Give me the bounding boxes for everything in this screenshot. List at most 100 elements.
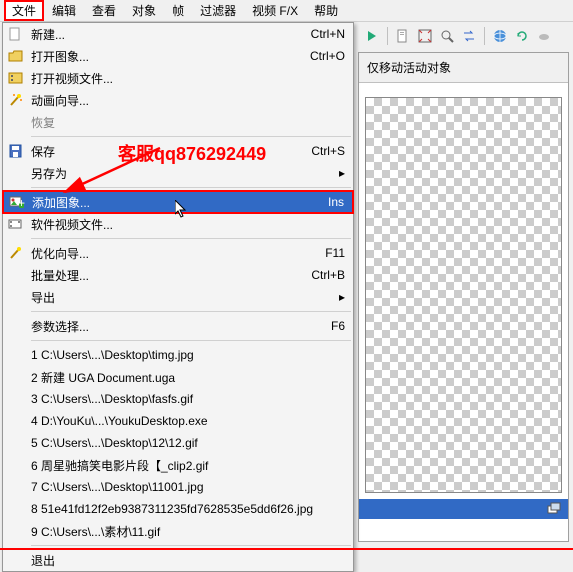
menu-item-1CUsersDesktoptimgjp[interactable]: 1 C:\Users\...\Desktop\timg.jpg: [3, 344, 353, 366]
new-icon: [7, 26, 25, 42]
blank-icon: [7, 369, 25, 385]
menu-item-label: 软件视频文件...: [31, 216, 345, 233]
zoom-icon[interactable]: [437, 26, 457, 46]
menu-视频 F/X[interactable]: 视频 F/X: [244, 0, 306, 21]
menu-item-label: 9 C:\Users\...\素材\11.gif: [31, 523, 345, 540]
blank-icon: [7, 267, 25, 283]
menu-item-打开视频文件[interactable]: 打开视频文件...: [3, 67, 353, 89]
blank-icon: [7, 552, 25, 568]
menu-查看[interactable]: 查看: [84, 0, 124, 21]
menu-item-添加图象[interactable]: + 添加图象...Ins: [2, 190, 354, 214]
menu-item-3CUsersDesktopfasfsg[interactable]: 3 C:\Users\...\Desktop\fasfs.gif: [3, 388, 353, 410]
menu-编辑[interactable]: 编辑: [44, 0, 84, 21]
wizard-icon: [7, 92, 25, 108]
globe-icon[interactable]: [490, 26, 510, 46]
submenu-arrow-icon: ▸: [319, 290, 345, 304]
submenu-arrow-icon: ▸: [319, 166, 345, 180]
menu-item-label: 打开视频文件...: [31, 70, 345, 87]
menu-帮助[interactable]: 帮助: [306, 0, 346, 21]
menu-item-label: 参数选择...: [31, 318, 311, 335]
video-open-icon: [7, 70, 25, 86]
swap-icon[interactable]: [459, 26, 479, 46]
menu-帧[interactable]: 帧: [164, 0, 192, 21]
menu-item-label: 3 C:\Users\...\Desktop\fasfs.gif: [31, 392, 345, 406]
right-panel-header: 仅移动活动对象: [359, 53, 568, 83]
menu-item-label: 另存为: [31, 165, 319, 182]
menu-item-4DYouKuYoukuDesktope[interactable]: 4 D:\YouKu\...\YoukuDesktop.exe: [3, 410, 353, 432]
menu-item-5CUsersDesktop1212gi[interactable]: 5 C:\Users\...\Desktop\12\12.gif: [3, 432, 353, 454]
blank-icon: [7, 479, 25, 495]
menu-shortcut: F6: [311, 319, 345, 333]
menu-item-9CUsers素材11gif[interactable]: 9 C:\Users\...\素材\11.gif: [3, 520, 353, 542]
blank-icon: [7, 318, 25, 334]
menu-item-另存为[interactable]: 另存为▸: [3, 162, 353, 184]
menu-item-新建[interactable]: 新建...Ctrl+N: [3, 23, 353, 45]
blank-icon: [7, 413, 25, 429]
blank-icon: [7, 289, 25, 305]
menu-item-优化向导[interactable]: 优化向导...F11: [3, 242, 353, 264]
menu-item-851e41fd12f2eb938731[interactable]: 8 51e41fd12f2eb9387311235fd7628535e5dd6f…: [3, 498, 353, 520]
save-icon: [7, 143, 25, 159]
blank-icon: [7, 457, 25, 473]
menu-item-导出[interactable]: 导出▸: [3, 286, 353, 308]
menu-item-label: 批量处理...: [31, 267, 291, 284]
file-menu-dropdown: 新建...Ctrl+N打开图象...Ctrl+O打开视频文件...动画向导...…: [2, 22, 354, 572]
menu-item-label: 打开图象...: [31, 48, 290, 65]
menu-item-label: 4 D:\YouKu\...\YoukuDesktop.exe: [31, 414, 345, 428]
blank-icon: [7, 391, 25, 407]
menu-item-label: 保存: [31, 143, 291, 160]
menu-shortcut: Ins: [308, 195, 344, 209]
blank-icon: [7, 165, 25, 181]
menu-item-7CUsersDesktop11001j[interactable]: 7 C:\Users\...\Desktop\11001.jpg: [3, 476, 353, 498]
menu-item-2新建UGADocumentuga[interactable]: 2 新建 UGA Document.uga: [3, 366, 353, 388]
canvas-area[interactable]: [365, 97, 562, 493]
menu-item-label: 1 C:\Users\...\Desktop\timg.jpg: [31, 348, 345, 362]
menu-shortcut: Ctrl+B: [291, 268, 345, 282]
menu-item-label: 恢复: [31, 114, 345, 131]
menu-item-label: 导出: [31, 289, 319, 306]
menu-item-label: 优化向导...: [31, 245, 305, 262]
add-video-icon: [7, 216, 25, 232]
menu-item-软件视频文件[interactable]: 软件视频文件...: [3, 213, 353, 235]
menu-item-label: 8 51e41fd12f2eb9387311235fd7628535e5dd6f…: [31, 502, 345, 516]
menu-过滤器[interactable]: 过滤器: [192, 0, 244, 21]
svg-text:+: +: [18, 196, 25, 209]
open-icon: [7, 48, 25, 64]
layers-icon[interactable]: [546, 501, 562, 517]
menu-item-动画向导[interactable]: 动画向导...: [3, 89, 353, 111]
timeline-bar[interactable]: [359, 499, 568, 519]
menu-item-label: 2 新建 UGA Document.uga: [31, 369, 345, 386]
menu-item-参数选择[interactable]: 参数选择...F6: [3, 315, 353, 337]
menu-item-批量处理[interactable]: 批量处理...Ctrl+B: [3, 264, 353, 286]
blank-icon: [7, 523, 25, 539]
page-icon[interactable]: [393, 26, 413, 46]
blank-icon: [7, 347, 25, 363]
menu-item-label: 5 C:\Users\...\Desktop\12\12.gif: [31, 436, 345, 450]
menu-文件[interactable]: 文件: [4, 0, 44, 21]
menu-item-label: 动画向导...: [31, 92, 345, 109]
add-image-icon: +: [8, 194, 26, 210]
menu-shortcut: Ctrl+O: [290, 49, 345, 63]
menu-item-label: 新建...: [31, 26, 291, 43]
menu-item-label: 7 C:\Users\...\Desktop\11001.jpg: [31, 480, 345, 494]
blank-icon: [7, 435, 25, 451]
menu-item-label: 退出: [31, 552, 345, 569]
menu-item-打开图象[interactable]: 打开图象...Ctrl+O: [3, 45, 353, 67]
optimize-icon: [7, 245, 25, 261]
play-icon[interactable]: [362, 26, 382, 46]
refresh-icon[interactable]: [512, 26, 532, 46]
menu-item-label: 6 周星驰搞笑电影片段【_clip2.gif: [31, 457, 345, 474]
menu-shortcut: Ctrl+S: [291, 144, 345, 158]
menu-item-6周星驰搞笑电影片段_clip2gif[interactable]: 6 周星驰搞笑电影片段【_clip2.gif: [3, 454, 353, 476]
menu-item-恢复: 恢复: [3, 111, 353, 133]
blank-icon: [7, 501, 25, 517]
menu-shortcut: F11: [305, 246, 345, 260]
menu-item-保存[interactable]: 保存Ctrl+S: [3, 140, 353, 162]
blank-icon: [7, 114, 25, 130]
fit-icon[interactable]: [415, 26, 435, 46]
menu-item-退出[interactable]: 退出: [3, 549, 353, 571]
menu-item-label: 添加图象...: [32, 194, 308, 211]
menu-shortcut: Ctrl+N: [291, 27, 345, 41]
menu-对象[interactable]: 对象: [124, 0, 164, 21]
cloud-icon[interactable]: [534, 26, 554, 46]
